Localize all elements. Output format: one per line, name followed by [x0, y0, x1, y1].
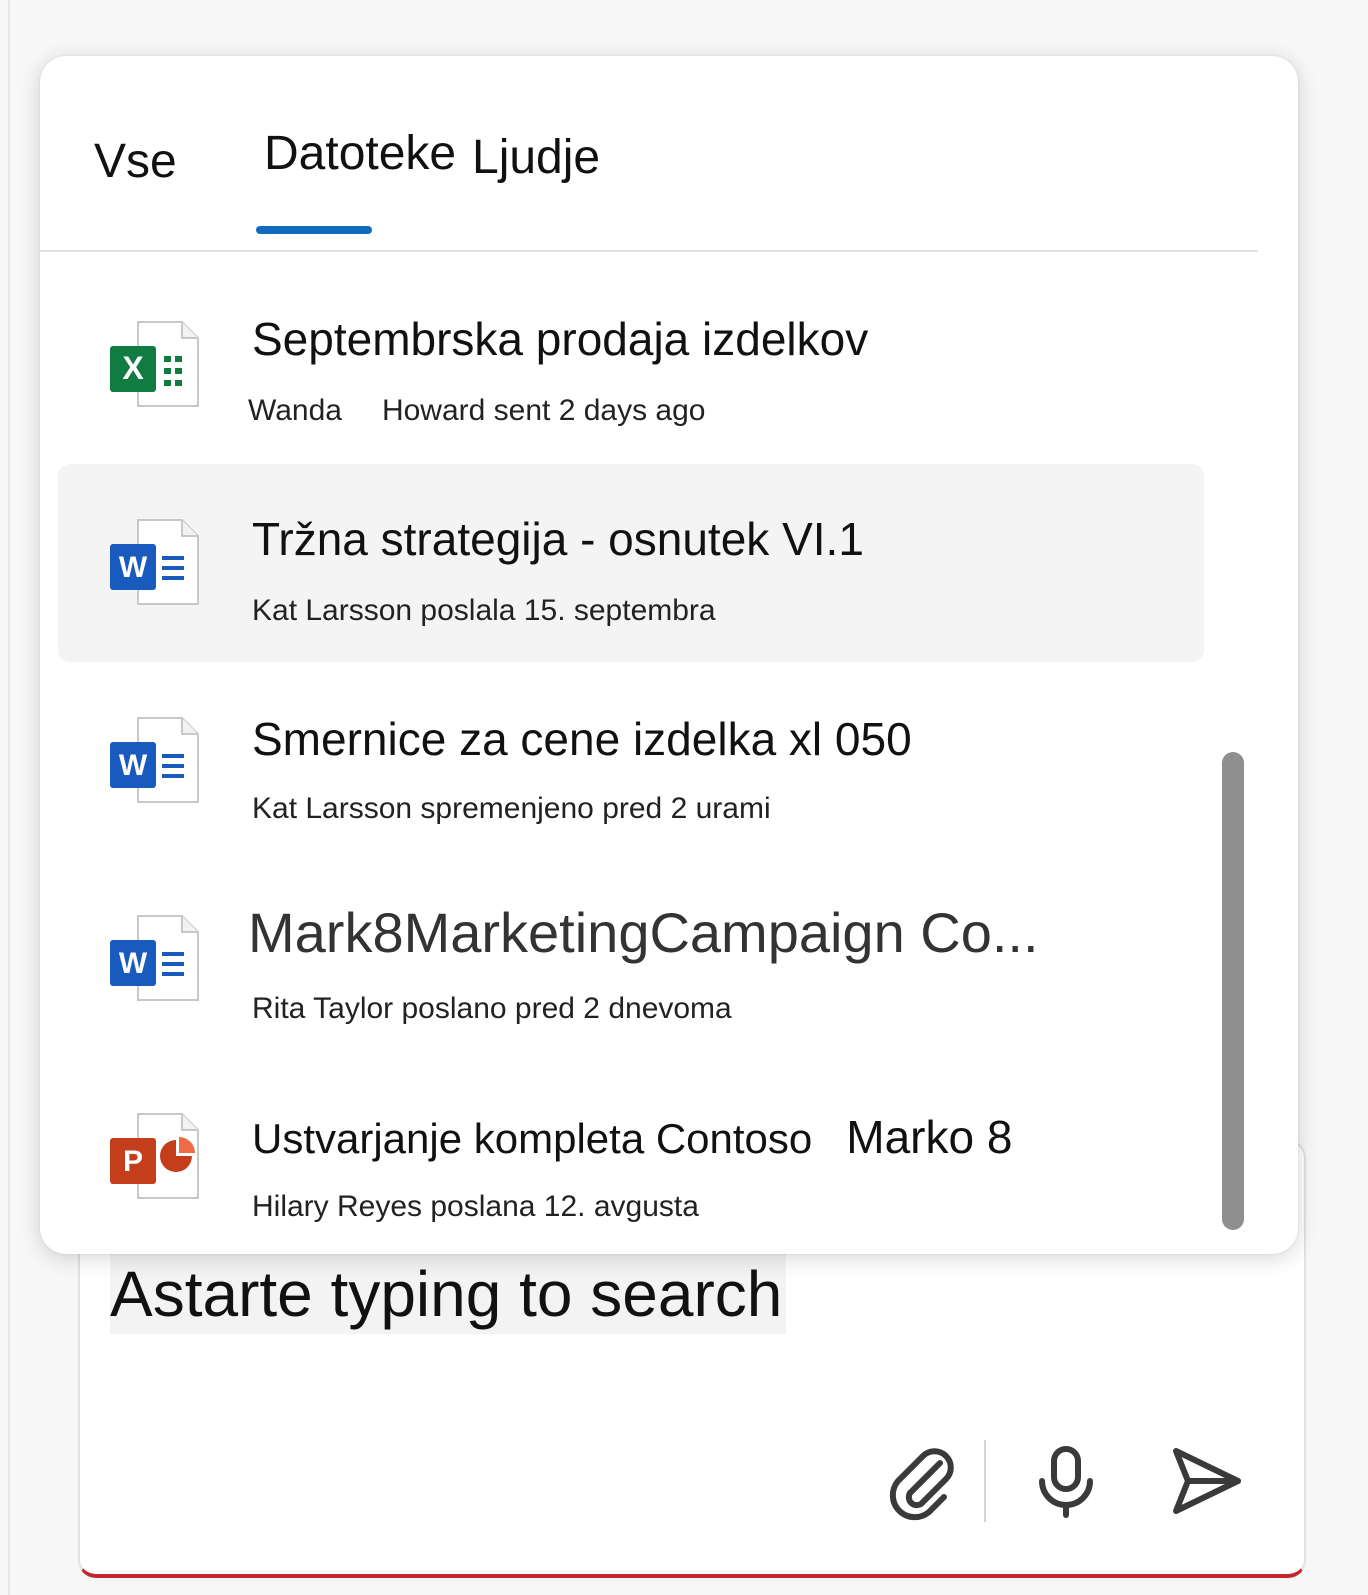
- microphone-icon: [1039, 1446, 1093, 1518]
- file-subtitle-status: Howard sent 2 days ago: [381, 394, 706, 427]
- tab-people[interactable]: Ljudje: [472, 130, 600, 185]
- file-subtitle: Hilary Reyes poslana 12. avgusta: [252, 1190, 699, 1224]
- word-file-icon: W: [110, 519, 199, 605]
- active-tab-indicator: [256, 226, 372, 234]
- file-title-main: Ustvarjanje kompleta Contoso: [252, 1115, 813, 1162]
- file-subtitle-sender: Kat Larsson spremenjeno pred 2 urami: [252, 792, 771, 825]
- file-type-letter: W: [119, 551, 148, 584]
- send-icon: [1173, 1448, 1241, 1514]
- file-subtitle-sender: Rita Taylor poslano pred 2 dnevoma: [252, 992, 732, 1025]
- compose-input[interactable]: Astarte typing to search: [110, 1254, 787, 1334]
- file-item[interactable]: X Septembrska prodaja izdelkov Wanda Howa…: [58, 266, 1204, 464]
- tab-all[interactable]: Vse: [94, 134, 177, 189]
- word-file-icon: W: [110, 717, 199, 803]
- file-title: Tržna strategija - osnutek VI.1: [252, 513, 864, 565]
- file-type-letter: W: [119, 947, 148, 980]
- file-item[interactable]: P Ustvarjanje kompleta Contoso Marko 8 Hi…: [58, 1058, 1204, 1256]
- file-title: Mark8MarketingCampaign Co...: [248, 901, 1039, 964]
- file-subtitle: Rita Taylor poslano pred 2 dnevoma: [252, 992, 732, 1026]
- tab-bar: Vse Datoteke Ljudje: [40, 56, 1258, 252]
- file-title: Ustvarjanje kompleta Contoso Marko 8: [252, 1110, 1012, 1164]
- file-type-letter: W: [119, 749, 148, 782]
- file-item[interactable]: W Mark8MarketingCampaign Co... Rita Tayl…: [58, 860, 1204, 1058]
- actions-divider: [984, 1440, 986, 1522]
- results-scrollbar[interactable]: [1222, 752, 1244, 1230]
- window-edge: [8, 0, 10, 1595]
- excel-file-icon: X: [110, 321, 199, 407]
- file-subtitle-sender: Wanda: [248, 394, 342, 427]
- send-button[interactable]: [1166, 1441, 1246, 1521]
- file-type-letter: X: [122, 350, 144, 386]
- file-subtitle: Wanda Howard sent 2 days ago: [248, 394, 705, 428]
- powerpoint-file-icon: P: [110, 1113, 199, 1199]
- file-item[interactable]: W Smernice za cene izdelka xl 050 Kat La…: [58, 662, 1204, 860]
- file-item[interactable]: W Tržna strategija - osnutek VI.1 Kat La…: [58, 464, 1204, 662]
- file-subtitle: Kat Larsson poslala 15. septembra: [252, 594, 716, 628]
- compose-actions: [880, 1440, 1246, 1522]
- paperclip-icon: [889, 1448, 954, 1521]
- microphone-button[interactable]: [1026, 1441, 1106, 1521]
- word-file-icon: W: [110, 915, 199, 1001]
- file-title-extra: Marko 8: [846, 1111, 1013, 1163]
- file-title: Smernice za cene izdelka xl 050: [252, 713, 912, 765]
- tab-files[interactable]: Datoteke: [264, 126, 456, 181]
- file-title: Septembrska prodaja izdelkov: [252, 313, 869, 365]
- file-type-letter: P: [123, 1145, 143, 1178]
- file-subtitle: Kat Larsson spremenjeno pred 2 urami: [252, 792, 771, 826]
- file-subtitle-sender: Kat Larsson poslala 15. septembra: [252, 594, 716, 627]
- search-popup: Vse Datoteke Ljudje X Septembrska prodaj…: [40, 56, 1298, 1254]
- file-subtitle-sender: Hilary Reyes poslana 12. avgusta: [252, 1190, 699, 1223]
- attach-button[interactable]: [880, 1441, 960, 1521]
